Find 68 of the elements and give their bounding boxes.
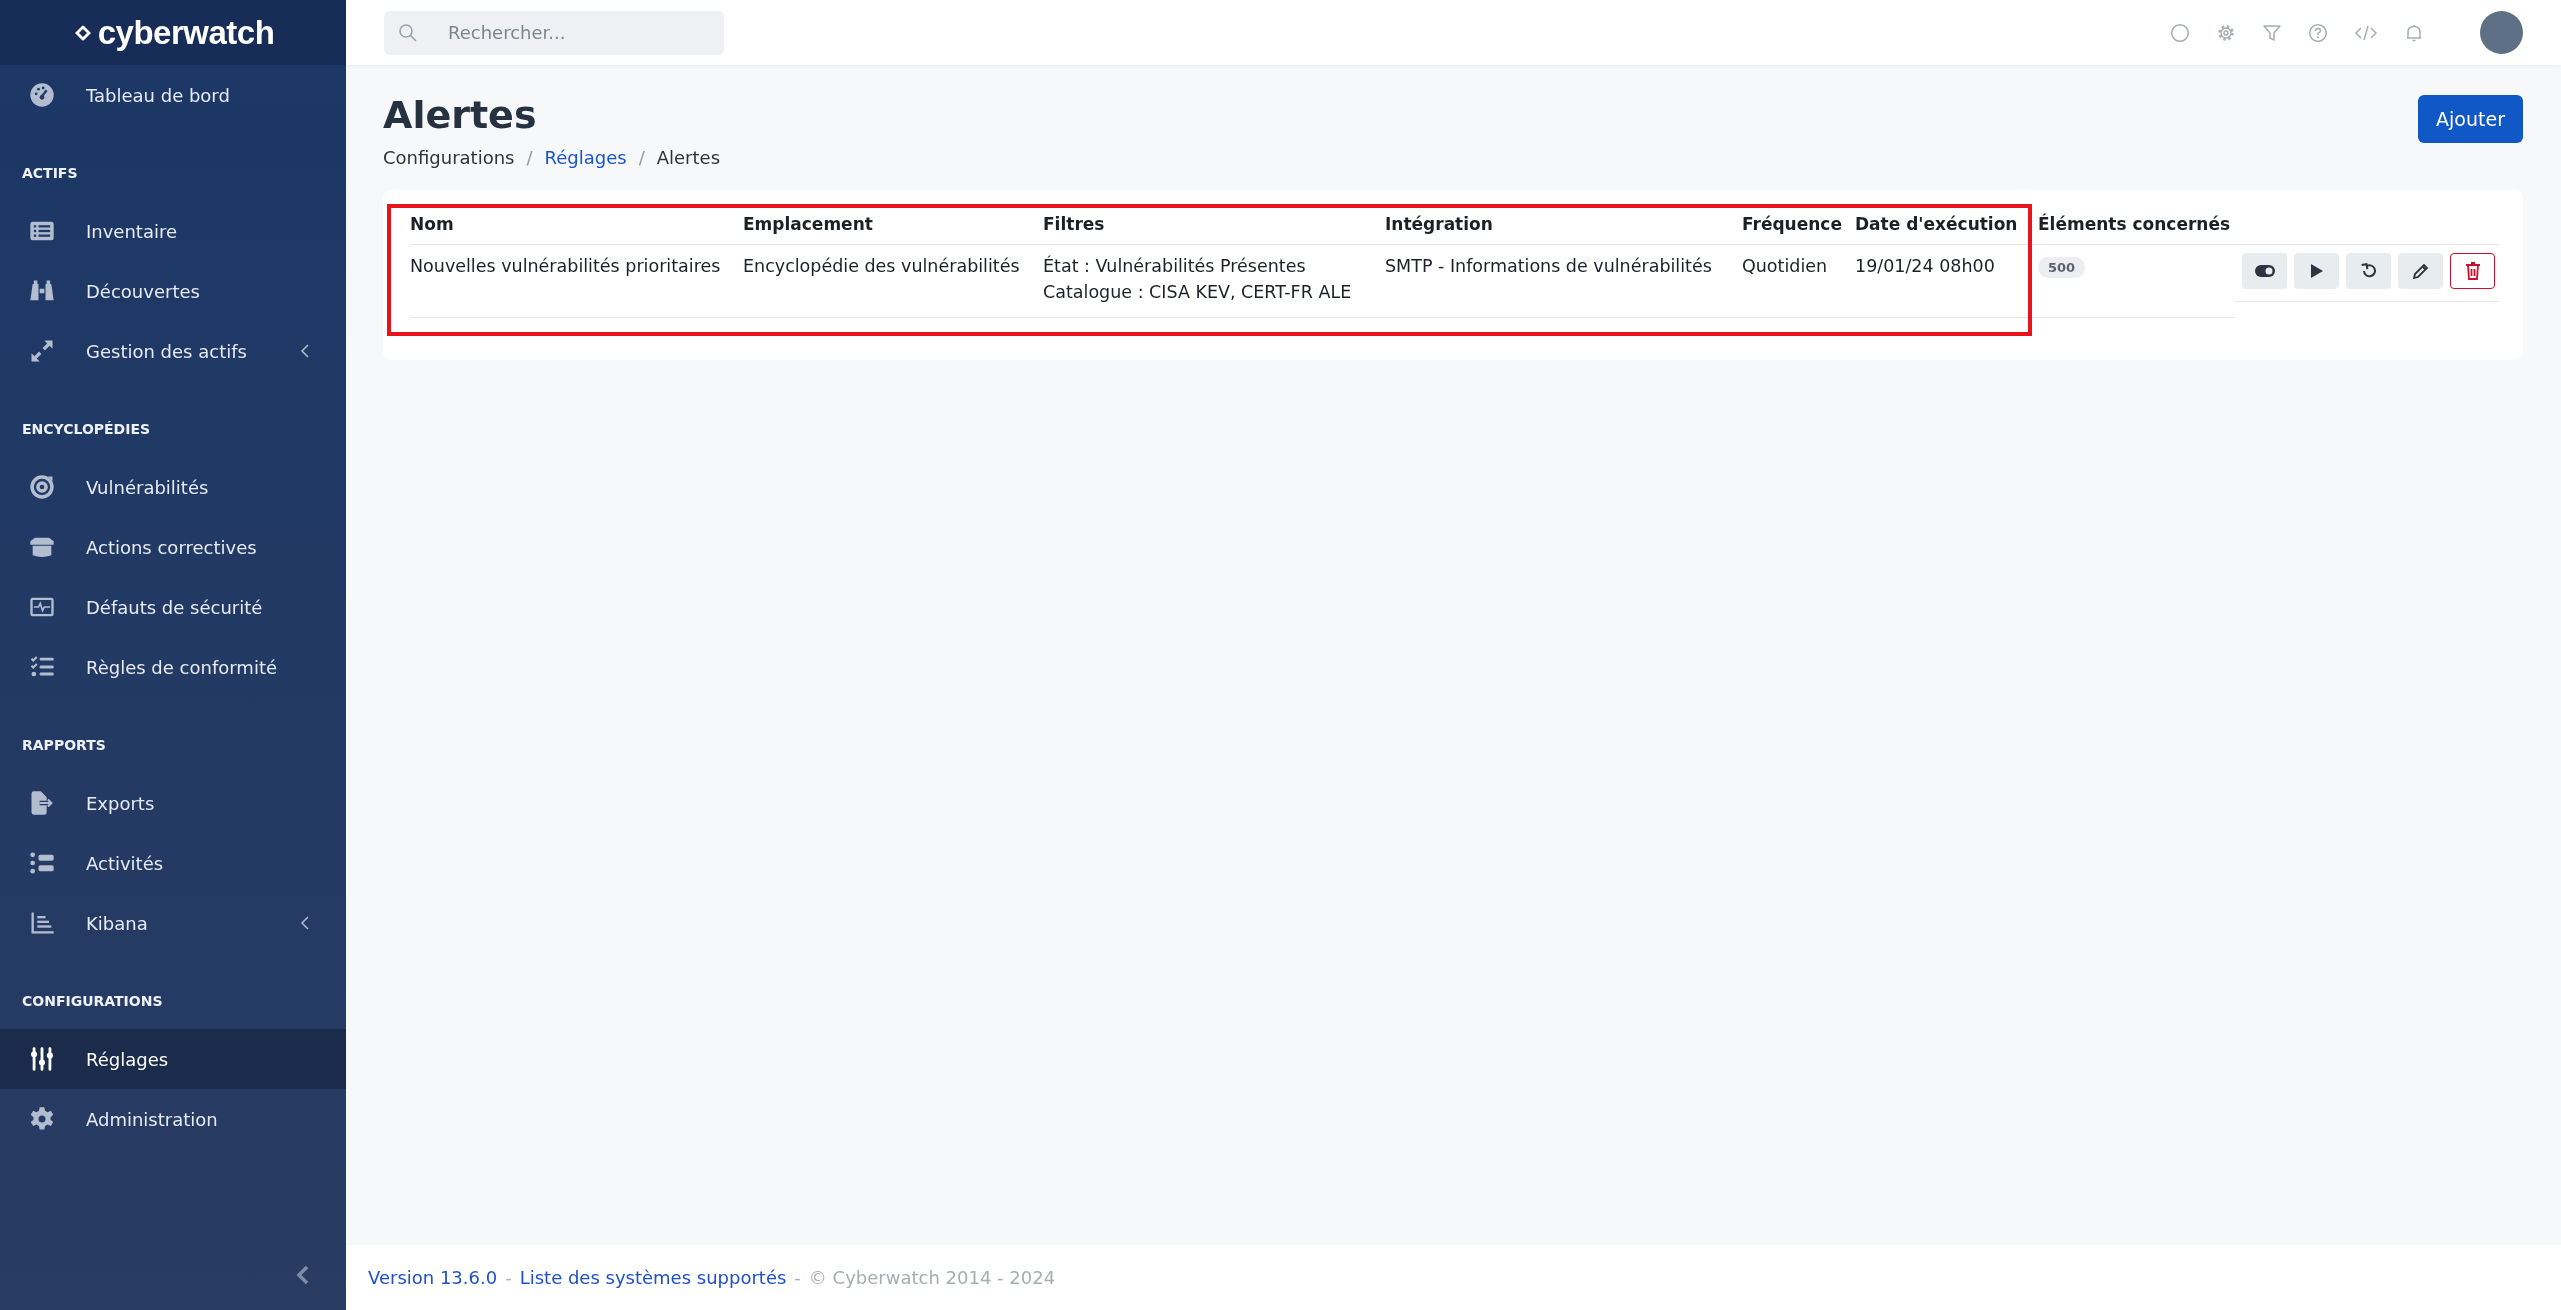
nav-section-heading: RAPPORTS — [21, 736, 107, 755]
avatar[interactable] — [2480, 11, 2523, 54]
footer-separator: - — [505, 1267, 512, 1288]
sidebar-item[interactable]: Découvertes — [0, 261, 346, 321]
filter-line: État : Vulnérabilités Présentes — [1043, 254, 1307, 278]
search-field[interactable]: Rechercher... — [384, 10, 724, 55]
trash-icon — [2464, 262, 2481, 280]
edit-button[interactable] — [2398, 253, 2443, 289]
target-icon — [28, 473, 56, 501]
sidebar-item[interactable]: Gestion des actifs — [0, 321, 346, 381]
toggle-button[interactable] — [2242, 253, 2287, 289]
sidebar-item[interactable]: Inventaire — [0, 201, 346, 261]
column-header: Éléments concernés — [2038, 204, 2236, 245]
add-button[interactable]: Ajouter — [2418, 95, 2523, 143]
sidebar-item[interactable]: Actions correctives — [0, 517, 346, 577]
search-icon — [398, 22, 418, 43]
sidebar-item[interactable]: Réglages — [0, 1029, 346, 1089]
table-cell: Quotidien — [1742, 256, 1828, 276]
sidebar-item[interactable]: Tableau de bord — [0, 65, 346, 125]
table-cell: Nouvelles vulnérabilités prioritaires — [410, 256, 721, 276]
sliders-icon — [28, 1045, 56, 1073]
sidebar-item[interactable]: Exports — [0, 773, 346, 833]
table-cell: SMTP - Informations de vulnérabilités — [1385, 256, 1712, 276]
column-header: Fréquence — [1742, 204, 1855, 245]
undo-icon — [2359, 262, 2378, 280]
sidebar-item[interactable]: Défauts de sécurité — [0, 577, 346, 637]
help-icon[interactable] — [2308, 22, 2328, 43]
pencil-icon — [2411, 262, 2430, 280]
breadcrumb-separator: / — [638, 147, 645, 168]
sidebar-item[interactable]: Kibana — [0, 893, 346, 953]
supported-systems-link[interactable]: Liste des systèmes supportés — [519, 1267, 787, 1288]
settings-icon[interactable] — [2216, 22, 2236, 43]
nav-section-heading: CONFIGURATIONS — [21, 992, 164, 1011]
sidebar-item[interactable]: Administration — [0, 1089, 346, 1149]
column-header: Nom — [410, 204, 743, 245]
breadcrumb-separator: / — [526, 147, 533, 168]
nav-section-heading: ENCYCLOPÉDIES — [21, 420, 152, 439]
gauge-icon — [28, 81, 56, 109]
count-badge: 500 — [2038, 257, 2086, 278]
breadcrumb-text: Configurations — [383, 147, 515, 168]
status-circle-icon[interactable] — [2170, 22, 2190, 43]
reset-button[interactable] — [2346, 253, 2391, 289]
delete-button[interactable] — [2450, 253, 2495, 289]
nav-section-heading: ACTIFS — [21, 164, 79, 183]
brand-name: cyberwatch — [97, 13, 275, 52]
gear-icon — [28, 1105, 56, 1133]
run-button[interactable] — [2294, 253, 2339, 289]
filter-icon[interactable] — [2262, 22, 2282, 43]
copyright-text: © Cyberwatch 2014 - 2024 — [808, 1267, 1056, 1288]
column-header: Date d'exécution — [1855, 204, 2038, 245]
breadcrumb-link[interactable]: Réglages — [544, 147, 627, 168]
filter-line: Catalogue : CISA KEV, CERT-FR ALE — [1043, 281, 1353, 304]
bell-icon[interactable] — [2404, 22, 2424, 43]
breadcrumb-text: Alertes — [656, 147, 721, 168]
sidebar-item[interactable]: Activités — [0, 833, 346, 893]
table-cell: Encyclopédie des vulnérabilités — [743, 256, 1020, 276]
column-header: Filtres — [1043, 204, 1385, 245]
page-title: Alertes — [383, 92, 538, 139]
collapse-sidebar-icon[interactable] — [296, 1264, 310, 1286]
table-cell: 19/01/24 08h00 — [1855, 256, 1995, 276]
version-link[interactable]: Version 13.6.0 — [368, 1267, 498, 1288]
column-header: Intégration — [1385, 204, 1742, 245]
footer-separator: - — [794, 1267, 801, 1288]
play-icon — [2309, 263, 2324, 279]
sidebar-item[interactable]: Règles de conformité — [0, 637, 346, 697]
column-header: Emplacement — [743, 204, 1043, 245]
toggle-icon — [2254, 265, 2275, 277]
sidebar-item[interactable]: Vulnérabilités — [0, 457, 346, 517]
